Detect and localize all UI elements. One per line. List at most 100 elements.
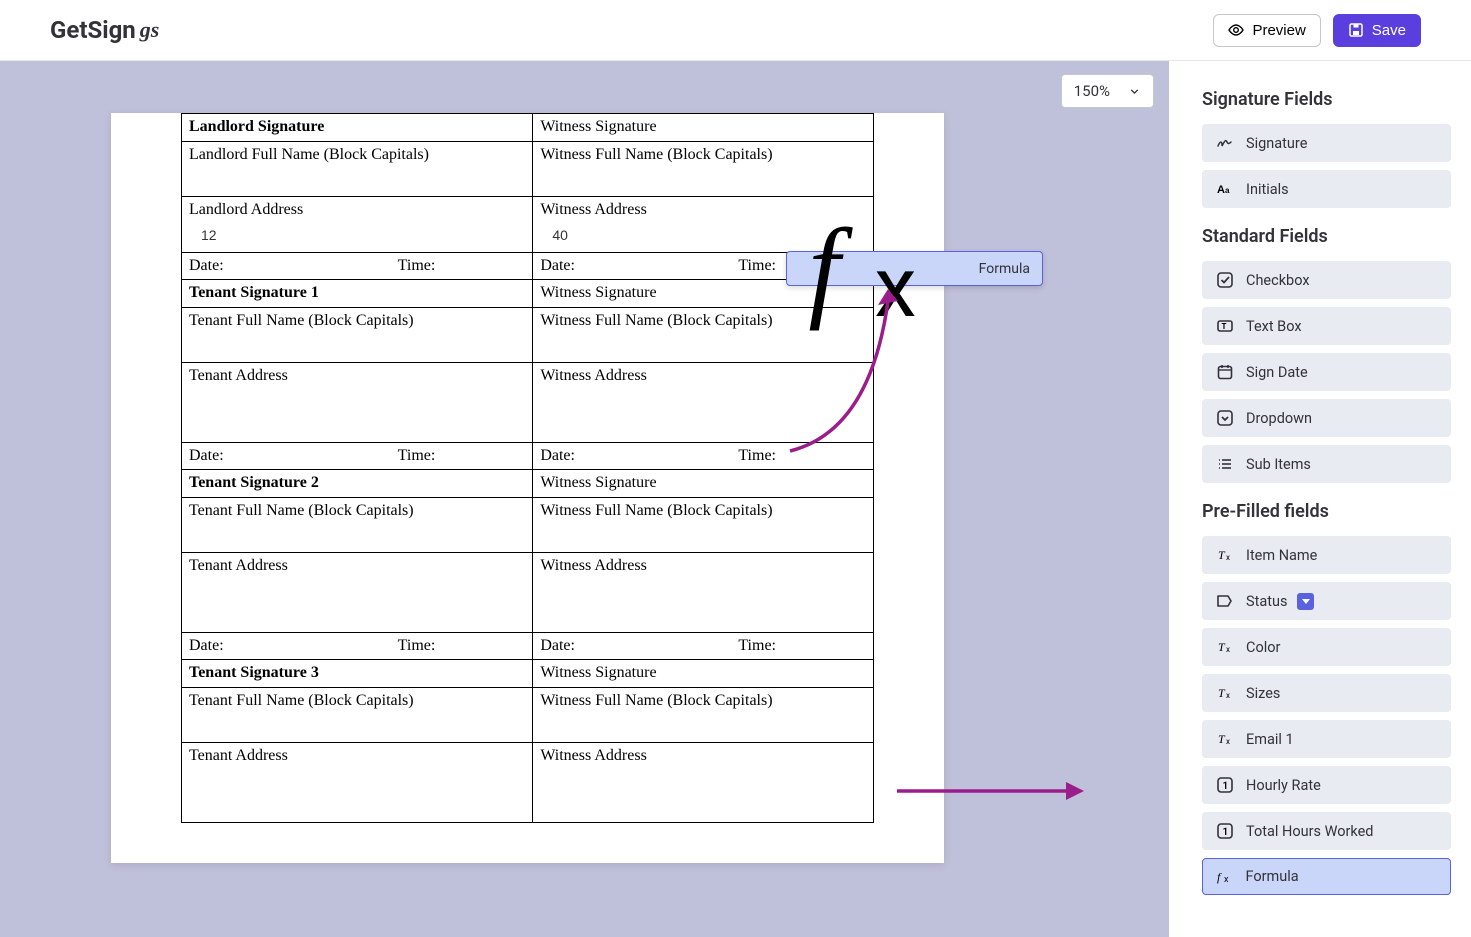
cell-label: Landlord Signature	[189, 118, 525, 136]
time-label: Time:	[738, 637, 776, 655]
cell-label: Landlord Full Name (Block Capitals)	[189, 146, 525, 164]
field-total-hours-worked[interactable]: Total Hours Worked	[1202, 812, 1451, 850]
doc-cell[interactable]: Witness Signature	[533, 470, 874, 498]
logo-main: GetSign	[50, 16, 136, 44]
dragged-formula-field[interactable]: Formula	[786, 251, 1043, 286]
cell-label: Tenant Address	[189, 557, 525, 575]
doc-cell[interactable]: Witness Full Name (Block Capitals)	[533, 688, 874, 743]
cell-label: Witness Full Name (Block Capitals)	[540, 146, 866, 164]
cell-label: Witness Signature	[540, 664, 866, 682]
cell-label: Tenant Signature 3	[189, 664, 525, 682]
doc-cell[interactable]: Landlord Signature	[182, 114, 533, 142]
date-label: Date:	[540, 447, 738, 465]
doc-cell[interactable]: Date:Time:	[182, 633, 533, 660]
field-dropdown[interactable]: Dropdown	[1202, 399, 1451, 437]
doc-cell[interactable]: Witness Address	[533, 743, 874, 823]
doc-cell[interactable]: Tenant Address	[182, 363, 533, 443]
date-label: Date:	[189, 447, 398, 465]
field-label: Total Hours Worked	[1246, 823, 1373, 840]
doc-cell[interactable]: Tenant Signature 1	[182, 280, 533, 308]
doc-cell[interactable]: Landlord Address12	[182, 197, 533, 253]
doc-cell[interactable]: Tenant Signature 2	[182, 470, 533, 498]
field-label: Status	[1246, 593, 1287, 610]
doc-cell[interactable]: Witness Address	[533, 363, 874, 443]
status-icon	[1216, 592, 1234, 610]
num-icon	[1216, 822, 1234, 840]
field-color[interactable]: Color	[1202, 628, 1451, 666]
doc-cell[interactable]: Landlord Full Name (Block Capitals)	[182, 142, 533, 197]
doc-cell[interactable]: Tenant Address	[182, 553, 533, 633]
date-label: Date:	[540, 637, 738, 655]
doc-cell[interactable]: Tenant Full Name (Block Capitals)	[182, 308, 533, 363]
initials-icon	[1216, 180, 1234, 198]
field-text-box[interactable]: Text Box	[1202, 307, 1451, 345]
zoom-value: 150%	[1074, 82, 1110, 100]
time-label: Time:	[738, 447, 776, 465]
field-label: Initials	[1246, 181, 1289, 198]
field-sizes[interactable]: Sizes	[1202, 674, 1451, 712]
chevron-down-icon	[1128, 85, 1141, 98]
field-formula[interactable]: Formula	[1202, 858, 1451, 895]
fx-icon	[1216, 868, 1234, 886]
header: GetSign gs Preview Save	[0, 0, 1471, 61]
preview-button[interactable]: Preview	[1213, 14, 1320, 47]
doc-cell[interactable]: Witness Signature	[533, 660, 874, 688]
fields-sidebar: Signature FieldsSignatureInitialsStandar…	[1169, 61, 1471, 937]
cell-label: Tenant Full Name (Block Capitals)	[189, 692, 525, 710]
cell-label: Tenant Address	[189, 747, 525, 765]
doc-cell[interactable]: Date:Time:	[182, 253, 533, 280]
field-sign-date[interactable]: Sign Date	[1202, 353, 1451, 391]
field-email-1[interactable]: Email 1	[1202, 720, 1451, 758]
doc-cell[interactable]: Witness Signature	[533, 114, 874, 142]
time-label: Time:	[398, 257, 436, 275]
field-label: Hourly Rate	[1246, 777, 1321, 794]
doc-cell[interactable]: Date:Time:	[533, 633, 874, 660]
doc-cell[interactable]: Date:Time:	[533, 443, 874, 470]
field-initials[interactable]: Initials	[1202, 170, 1451, 208]
field-item-name[interactable]: Item Name	[1202, 536, 1451, 574]
doc-cell[interactable]: Tenant Full Name (Block Capitals)	[182, 498, 533, 553]
save-icon	[1348, 22, 1364, 38]
status-badge-icon	[1297, 593, 1314, 610]
canvas-area[interactable]: 150% Landlord Signature Witness Signature…	[0, 61, 1169, 937]
logo: GetSign gs	[50, 16, 159, 44]
textbox-icon	[1216, 317, 1234, 335]
section-title: Signature Fields	[1202, 89, 1451, 110]
cell-label: Tenant Signature 1	[189, 284, 525, 302]
field-label: Dropdown	[1246, 410, 1312, 427]
save-label: Save	[1372, 22, 1406, 39]
date-label: Date:	[189, 257, 398, 275]
field-status[interactable]: Status	[1202, 582, 1451, 620]
eye-icon	[1228, 22, 1244, 38]
dropdown-icon	[1216, 409, 1234, 427]
field-sub-items[interactable]: Sub Items	[1202, 445, 1451, 483]
field-signature[interactable]: Signature	[1202, 124, 1451, 162]
tx-icon	[1216, 684, 1234, 702]
date-label: Date:	[189, 637, 398, 655]
cell-label: Witness Full Name (Block Capitals)	[540, 692, 866, 710]
section-title: Pre-Filled fields	[1202, 501, 1451, 522]
doc-cell[interactable]: Tenant Address	[182, 743, 533, 823]
save-button[interactable]: Save	[1333, 14, 1421, 47]
field-checkbox[interactable]: Checkbox	[1202, 261, 1451, 299]
doc-cell[interactable]: Tenant Full Name (Block Capitals)	[182, 688, 533, 743]
checkbox-icon	[1216, 271, 1234, 289]
doc-cell[interactable]: Tenant Signature 3	[182, 660, 533, 688]
cell-label: Tenant Address	[189, 367, 525, 385]
logo-script: gs	[140, 17, 160, 43]
cell-label: Tenant Full Name (Block Capitals)	[189, 502, 525, 520]
cell-label: Witness Address	[540, 747, 866, 765]
cell-label: Tenant Signature 2	[189, 474, 525, 492]
doc-cell[interactable]: Date:Time:	[182, 443, 533, 470]
time-label: Time:	[398, 447, 436, 465]
doc-cell[interactable]: Witness Full Name (Block Capitals)	[533, 498, 874, 553]
num-icon	[1216, 776, 1234, 794]
preview-label: Preview	[1252, 22, 1305, 39]
time-label: Time:	[738, 257, 776, 275]
doc-cell[interactable]: Witness Address	[533, 553, 874, 633]
zoom-dropdown[interactable]: 150%	[1061, 74, 1154, 108]
tx-icon	[1216, 730, 1234, 748]
field-hourly-rate[interactable]: Hourly Rate	[1202, 766, 1451, 804]
field-label: Checkbox	[1246, 272, 1310, 289]
field-label: Color	[1246, 639, 1280, 656]
